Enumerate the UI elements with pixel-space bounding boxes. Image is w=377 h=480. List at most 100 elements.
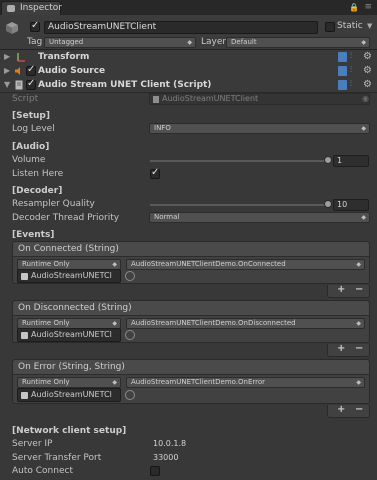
speaker-icon <box>15 67 20 75</box>
event-mode-value: Runtime Only <box>22 378 70 386</box>
help-book-icon[interactable] <box>338 66 347 76</box>
event-target-object-field[interactable]: AudioStreamUNETCl <box>17 388 121 402</box>
static-label: Static <box>337 21 363 31</box>
object-picker-icon[interactable] <box>125 271 135 281</box>
event-plus-minus-bar: + − <box>327 404 370 418</box>
remove-listener-button[interactable]: − <box>355 284 363 295</box>
remove-listener-button[interactable]: − <box>355 404 363 415</box>
thread-priority-value: Normal <box>154 213 180 221</box>
layer-dropdown[interactable]: Default ◆ <box>226 37 370 48</box>
inspector-icon <box>7 5 15 12</box>
event-function-dropdown[interactable]: AudioStreamUNETClientDemo.OnError ◆ <box>126 377 365 388</box>
tag-dropdown[interactable]: Untagged ◆ <box>44 37 196 48</box>
gameobject-icon <box>21 273 28 280</box>
listen-here-checkbox[interactable] <box>150 167 160 179</box>
tab-inspector-label: Inspector <box>20 3 62 13</box>
remove-listener-button[interactable]: − <box>355 343 363 354</box>
chevron-down-icon: ◆ <box>112 261 117 268</box>
server-ip-field[interactable]: 10.0.1.8 <box>149 438 370 450</box>
component-title: Transform <box>38 52 90 62</box>
help-book-icon[interactable] <box>338 52 347 62</box>
transform-icon <box>17 53 25 62</box>
tag-label: Tag <box>27 37 43 47</box>
chevron-down-icon: ◆ <box>361 39 366 46</box>
object-picker-icon[interactable] <box>125 390 135 400</box>
event-function-value: AudioStreamUNETClientDemo.OnConnected <box>131 260 286 268</box>
event-mode-dropdown[interactable]: Runtime Only ◆ <box>17 377 121 388</box>
gameobject-header: AudioStreamUNETClient Static ▼ Tag Untag… <box>0 15 377 50</box>
gear-icon[interactable]: ⚙ <box>363 80 372 90</box>
event-title: On Connected (String) <box>13 242 369 257</box>
object-picker-icon[interactable] <box>125 330 135 340</box>
event-target-object: AudioStreamUNETCl <box>31 271 112 280</box>
event-on-connected: On Connected (String) Runtime Only ◆ Aud… <box>12 241 370 284</box>
object-picker-icon: ◉ <box>362 94 369 103</box>
server-ip-label: Server IP <box>12 439 53 449</box>
active-checkbox[interactable] <box>30 20 40 32</box>
chevron-down-icon: ◆ <box>187 39 192 46</box>
auto-connect-label: Auto Connect <box>12 466 73 476</box>
gear-icon[interactable]: ⚙ <box>363 52 372 62</box>
server-transfer-port-field[interactable]: 33000 <box>149 452 370 464</box>
tab-inspector[interactable]: Inspector <box>1 1 62 15</box>
static-checkbox[interactable] <box>325 22 335 32</box>
gear-icon[interactable]: ⚙ <box>363 66 372 76</box>
enabled-checkbox[interactable] <box>26 64 36 76</box>
enabled-checkbox[interactable] <box>26 78 36 90</box>
event-mode-value: Runtime Only <box>22 260 70 268</box>
menu-icon[interactable]: ≡ <box>364 2 372 12</box>
event-plus-minus-bar: + − <box>327 284 370 298</box>
preset-sliders-icon[interactable]: ⫶ <box>350 80 359 90</box>
resampler-slider-knob[interactable] <box>324 200 332 208</box>
server-transfer-port-label: Server Transfer Port <box>12 453 102 463</box>
event-target-object: AudioStreamUNETCl <box>31 390 112 399</box>
event-plus-minus-bar: + − <box>327 343 370 357</box>
listen-here-label: Listen Here <box>12 169 64 179</box>
foldout-arrow-icon[interactable]: ▶ <box>4 52 10 61</box>
preset-sliders-icon[interactable]: ⫶ <box>350 66 359 76</box>
script-field: AudioStreamUNETClient <box>149 93 370 105</box>
resampler-value-field[interactable]: 10 <box>333 199 369 211</box>
event-function-value: AudioStreamUNETClientDemo.OnDisconnected <box>131 319 296 327</box>
event-target-object-field[interactable]: AudioStreamUNETCl <box>17 328 121 342</box>
event-on-error: On Error (String, String) Runtime Only ◆… <box>12 359 370 404</box>
decoder-thread-priority-label: Decoder Thread Priority <box>12 213 120 223</box>
script-file-icon <box>153 96 159 103</box>
foldout-arrow-icon[interactable]: ▶ <box>4 66 10 75</box>
object-name-field[interactable]: AudioStreamUNETClient <box>44 21 318 34</box>
event-target-object-field[interactable]: AudioStreamUNETCl <box>17 269 121 283</box>
event-function-value: AudioStreamUNETClientDemo.OnError <box>131 378 266 386</box>
component-audio-source[interactable]: ▶ Audio Source ⫶ ⚙ <box>0 64 377 79</box>
foldout-arrow-icon[interactable]: ▼ <box>4 80 10 89</box>
component-audio-stream-unet-client[interactable]: ▼ Audio Stream UNET Client (Script) ⫶ ⚙ <box>0 78 377 93</box>
setup-heading: [Setup] <box>12 111 50 121</box>
help-book-icon[interactable] <box>338 80 347 90</box>
volume-slider-knob[interactable] <box>324 156 332 164</box>
chevron-down-icon: ◆ <box>112 379 117 386</box>
script-file-icon <box>15 80 23 90</box>
chevron-down-icon: ◆ <box>112 320 117 327</box>
add-listener-button[interactable]: + <box>337 284 345 295</box>
lock-icon[interactable]: 🔒 <box>349 3 359 12</box>
auto-connect-checkbox[interactable] <box>150 466 160 476</box>
decoder-heading: [Decoder] <box>12 186 63 196</box>
event-function-dropdown[interactable]: AudioStreamUNETClientDemo.OnConnected ◆ <box>126 259 365 270</box>
volume-label: Volume <box>12 155 46 165</box>
gameobject-icon <box>21 332 28 339</box>
static-dropdown-arrow-icon[interactable]: ▼ <box>367 22 372 30</box>
volume-value-field[interactable]: 1 <box>333 155 369 167</box>
log-level-dropdown[interactable]: INFO ◆ <box>149 123 370 134</box>
chevron-down-icon: ◆ <box>356 261 361 268</box>
chevron-down-icon: ◆ <box>361 125 366 132</box>
component-transform[interactable]: ▶ Transform ⫶ ⚙ <box>0 50 377 65</box>
preset-sliders-icon[interactable]: ⫶ <box>350 52 359 62</box>
decoder-thread-priority-dropdown[interactable]: Normal ◆ <box>149 212 370 223</box>
add-listener-button[interactable]: + <box>337 404 345 415</box>
chevron-down-icon: ◆ <box>361 214 366 221</box>
event-function-dropdown[interactable]: AudioStreamUNETClientDemo.OnDisconnected… <box>126 318 365 329</box>
resampler-slider-track[interactable] <box>150 204 328 206</box>
add-listener-button[interactable]: + <box>337 343 345 354</box>
event-title: On Disconnected (String) <box>13 301 369 316</box>
events-heading: [Events] <box>12 230 55 240</box>
volume-slider-track[interactable] <box>150 160 328 162</box>
